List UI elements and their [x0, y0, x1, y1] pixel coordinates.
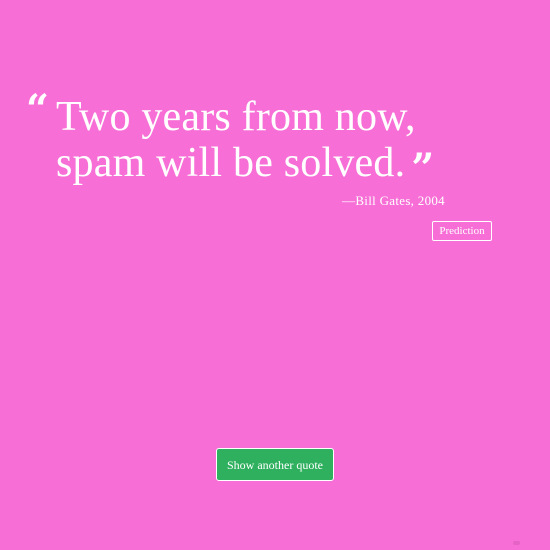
quote-attribution: —Bill Gates, 2004 [342, 193, 445, 208]
corner-mark [513, 541, 520, 545]
show-another-quote-button[interactable]: Show another quote [216, 448, 334, 481]
close-quote-icon: ” [411, 145, 435, 192]
quote-block: “Two years from now, spam will be solved… [26, 90, 496, 192]
quote-text-block: “Two years from now, spam will be solved… [26, 90, 496, 192]
open-quote-icon: “ [26, 86, 50, 133]
quote-tag[interactable]: Prediction [432, 221, 492, 241]
quote-text: Two years from now, spam will be solved. [56, 94, 416, 186]
